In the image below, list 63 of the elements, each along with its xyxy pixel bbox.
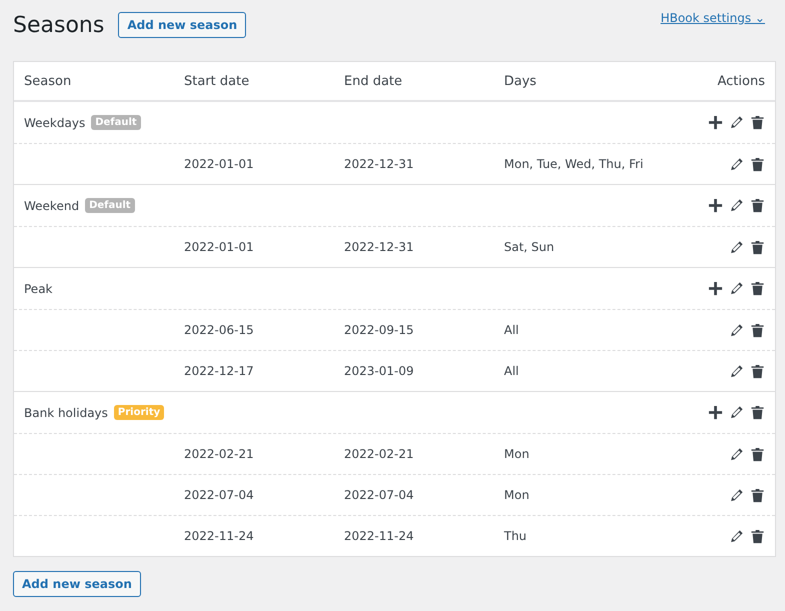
edit-icon[interactable] <box>729 240 744 254</box>
edit-icon[interactable] <box>729 364 744 378</box>
edit-icon[interactable] <box>729 446 744 462</box>
start-date: 2022-02-21 <box>184 447 255 461</box>
edit-icon[interactable] <box>729 528 744 544</box>
edit-icon[interactable] <box>729 322 744 338</box>
days-cell-text: Mon <box>504 488 530 502</box>
days-cell-text: All <box>504 364 520 378</box>
edit-icon[interactable] <box>729 198 744 213</box>
season-badge: Default <box>85 198 135 213</box>
season-badge: Default <box>91 115 141 130</box>
start-date: 2022-06-15 <box>184 323 255 337</box>
edit-icon[interactable] <box>729 115 744 130</box>
add-icon[interactable] <box>708 281 723 296</box>
end-date: 2022-07-04 <box>344 488 415 502</box>
end-date: 2022-12-31 <box>344 240 415 254</box>
delete-icon[interactable] <box>750 446 765 462</box>
column-header: Actions <box>718 74 765 88</box>
add-icon[interactable] <box>708 198 723 213</box>
season-name: Weekend <box>24 198 80 212</box>
delete-icon[interactable] <box>750 322 765 338</box>
delete-icon[interactable] <box>750 156 765 172</box>
end-date: 2022-02-21 <box>344 447 415 461</box>
page-title: Seasons <box>13 12 104 38</box>
season-name: Bank holidays <box>24 406 108 420</box>
add-icon[interactable] <box>708 405 723 420</box>
delete-icon[interactable] <box>750 364 765 378</box>
days-cell-text: Mon <box>504 447 530 461</box>
start-date: 2022-01-01 <box>184 240 255 254</box>
delete-icon[interactable] <box>750 281 765 296</box>
edit-icon[interactable] <box>729 156 744 172</box>
end-date: 2023-01-09 <box>344 364 415 378</box>
delete-icon[interactable] <box>750 115 765 130</box>
edit-icon[interactable] <box>729 488 744 502</box>
start-date: 2022-11-24 <box>184 529 255 543</box>
edit-icon[interactable] <box>729 405 744 420</box>
add-icon[interactable] <box>708 115 723 130</box>
delete-icon[interactable] <box>750 405 765 420</box>
delete-icon[interactable] <box>750 198 765 213</box>
start-date: 2022-07-04 <box>184 488 255 502</box>
column-header: Season <box>24 74 72 88</box>
end-date: 2022-09-15 <box>344 323 415 337</box>
end-date: 2022-11-24 <box>344 529 415 543</box>
delete-icon[interactable] <box>750 488 765 502</box>
days-cell-text: Mon, Tue, Wed, Thu, Fri <box>504 157 644 171</box>
days-cell-text: Sat, Sun <box>504 240 556 254</box>
days-cell-text: Thu <box>504 529 528 543</box>
edit-icon[interactable] <box>729 281 744 296</box>
column-header: Start date <box>184 74 250 88</box>
season-badge: Priority <box>114 405 164 420</box>
days-cell-text: All <box>504 323 520 337</box>
start-date: 2022-12-17 <box>184 364 255 378</box>
column-header: Days <box>504 74 538 88</box>
column-header: End date <box>344 74 404 88</box>
season-name: Weekdays <box>24 116 86 130</box>
add-season-button[interactable]: Add new season <box>13 571 141 597</box>
delete-icon[interactable] <box>750 240 765 254</box>
settings-link[interactable]: HBook settings ⌄ <box>660 11 765 25</box>
delete-icon[interactable] <box>750 528 765 544</box>
add-season-button[interactable]: Add new season <box>118 12 246 38</box>
season-name: Peak <box>24 282 52 296</box>
end-date: 2022-12-31 <box>344 157 415 171</box>
start-date: 2022-01-01 <box>184 157 255 171</box>
